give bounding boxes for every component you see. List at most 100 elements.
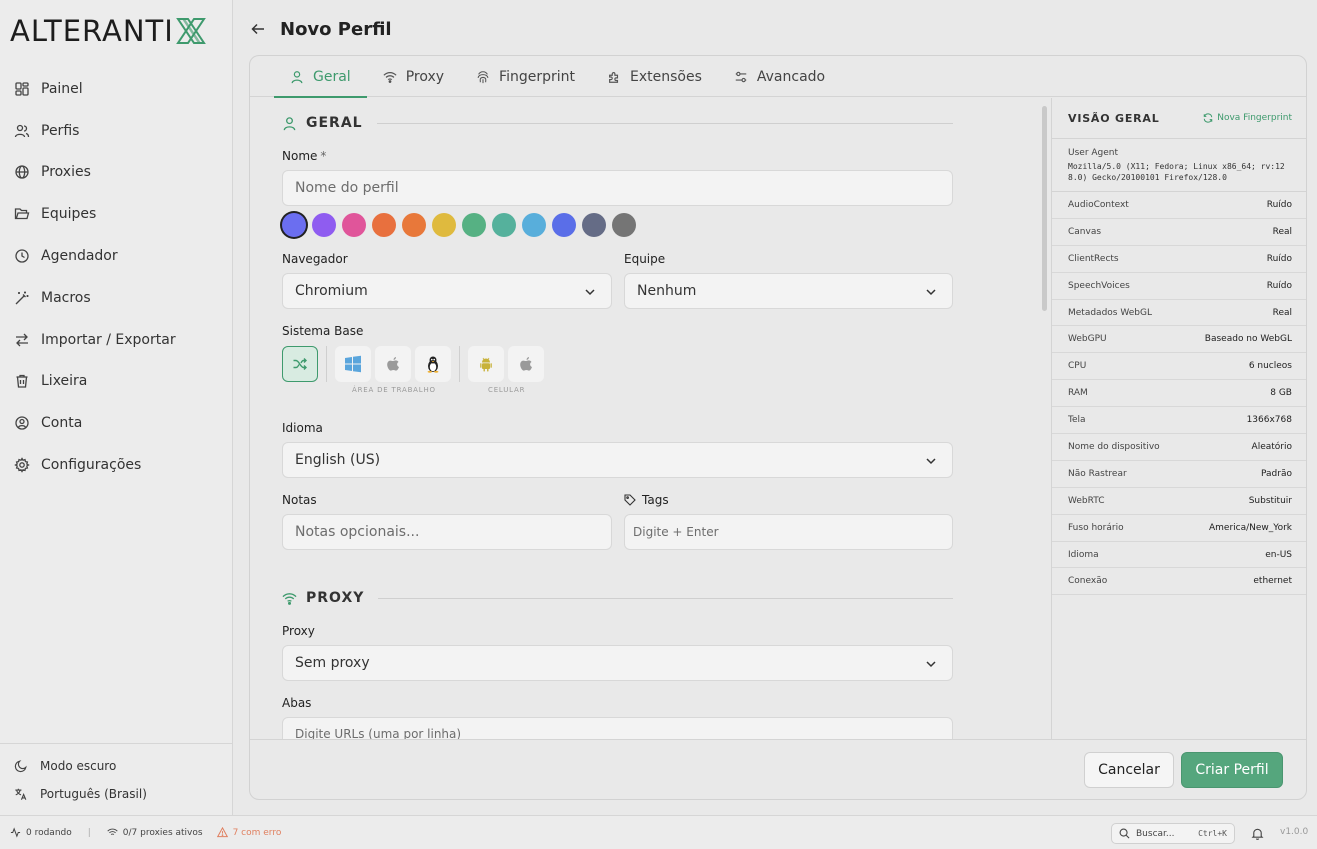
tab-geral[interactable]: Geral <box>274 56 367 98</box>
color-swatch[interactable] <box>432 213 456 237</box>
new-fingerprint-button[interactable]: Nova Fingerprint <box>1203 113 1292 123</box>
color-swatch[interactable] <box>582 213 606 237</box>
sidebar-item-proxies[interactable]: Proxies <box>0 152 232 194</box>
form-scrollbar[interactable] <box>1042 106 1047 311</box>
sidebar-item-painel[interactable]: Painel <box>0 68 232 110</box>
tag-icon <box>624 494 636 506</box>
os-macos-button[interactable] <box>375 346 411 382</box>
overview-row: WebGPU Baseado no WebGL <box>1052 326 1306 354</box>
team-select[interactable]: Nenhum <box>624 273 953 309</box>
color-swatch[interactable] <box>372 213 396 237</box>
sidebar-bottom: Modo escuro Português (Brasil) <box>0 743 232 808</box>
sidebar-item-perfis[interactable]: Perfis <box>0 110 232 152</box>
status-separator: | <box>87 827 91 838</box>
proxy-select[interactable]: Sem proxy <box>282 645 953 681</box>
notes-label: Notas <box>282 493 317 507</box>
language-select[interactable]: English (US) <box>282 442 953 478</box>
moon-icon <box>14 760 27 773</box>
language-selector[interactable]: Português (Brasil) <box>0 780 232 808</box>
os-windows-button[interactable] <box>335 346 371 382</box>
sidebar-item-agendador[interactable]: Agendador <box>0 235 232 277</box>
bell-icon[interactable] <box>1251 827 1264 840</box>
apple-icon <box>520 357 532 371</box>
color-swatch[interactable] <box>492 213 516 237</box>
user-agent-value: Mozilla/5.0 (X11; Fedora; Linux x86_64; … <box>1068 162 1285 182</box>
tags-input[interactable]: Digite + Enter <box>624 514 953 550</box>
profile-form-card: Geral Proxy Fingerprint Extensões Avanca… <box>249 55 1307 800</box>
os-random-button[interactable] <box>282 346 318 382</box>
overview-key: CPU <box>1068 361 1087 372</box>
chevron-down-icon <box>926 289 936 296</box>
tabs-textarea[interactable]: Digite URLs (uma por linha) <box>282 717 953 739</box>
sidebar-item-configuracoes[interactable]: Configurações <box>0 444 232 486</box>
linux-tux-icon <box>427 356 439 373</box>
color-swatch[interactable] <box>282 213 306 237</box>
name-input[interactable]: Nome do perfil <box>282 170 953 206</box>
os-linux-button[interactable] <box>415 346 451 382</box>
search-placeholder: Buscar... <box>1136 828 1175 839</box>
brand-logo[interactable]: ALTERANTI <box>10 14 206 48</box>
name-label: Nome * <box>282 149 326 163</box>
translate-icon <box>15 788 27 800</box>
section-divider <box>378 597 953 599</box>
tags-placeholder: Digite + Enter <box>633 525 719 539</box>
sidebar-nav: Painel Perfis Proxies Equipes Agendador … <box>0 68 232 486</box>
sidebar-item-importar-exportar[interactable]: Importar / Exportar <box>0 319 232 361</box>
color-swatch[interactable] <box>312 213 336 237</box>
dark-mode-toggle[interactable]: Modo escuro <box>0 752 232 780</box>
shuffle-icon <box>293 358 307 370</box>
color-swatch[interactable] <box>462 213 486 237</box>
search-shortcut: Ctrl+K <box>1198 829 1227 838</box>
overview-key: AudioContext <box>1068 199 1129 210</box>
chevron-down-icon <box>926 661 936 668</box>
mobile-caption: CELULAR <box>488 386 526 394</box>
sidebar-item-lixeira[interactable]: Lixeira <box>0 361 232 403</box>
proxy-label: Proxy <box>282 624 315 638</box>
section-proxy-header: PROXY <box>282 590 953 606</box>
tab-avancado[interactable]: Avancado <box>718 56 841 97</box>
overview-row: ClientRects Ruído <box>1052 246 1306 273</box>
tab-fingerprint[interactable]: Fingerprint <box>460 56 591 97</box>
sidebar-item-macros[interactable]: Macros <box>0 277 232 319</box>
base-os-options <box>282 346 548 382</box>
overview-key: Metadados WebGL <box>1068 307 1152 318</box>
tags-label: Tags <box>624 493 669 507</box>
cancel-button[interactable]: Cancelar <box>1084 752 1174 788</box>
sidebar-item-conta[interactable]: Conta <box>0 402 232 444</box>
windows-icon <box>345 355 361 373</box>
tab-extensoes[interactable]: Extensões <box>591 56 718 97</box>
back-button[interactable] <box>250 19 270 39</box>
os-divider <box>459 346 460 382</box>
logo-x-icon <box>175 18 206 44</box>
browser-select[interactable]: Chromium <box>282 273 612 309</box>
overview-key: Fuso horário <box>1068 522 1124 533</box>
chevron-down-icon <box>585 289 595 296</box>
tags-label-text: Tags <box>642 493 669 507</box>
color-swatch[interactable] <box>612 213 636 237</box>
error-status[interactable]: 7 com erro <box>216 827 281 838</box>
overview-row: Metadados WebGL Real <box>1052 300 1306 327</box>
create-profile-button[interactable]: Criar Perfil <box>1181 752 1283 788</box>
apple-icon <box>387 357 399 371</box>
section-title: PROXY <box>306 590 365 606</box>
form-area: GERAL Nome * Nome do perfil Navegador Chr… <box>250 98 1050 739</box>
tab-proxy[interactable]: Proxy <box>367 56 460 97</box>
notes-input[interactable]: Notas opcionais... <box>282 514 612 550</box>
user-circle-icon <box>15 416 29 430</box>
global-search[interactable]: Buscar... Ctrl+K <box>1111 823 1235 844</box>
overview-value: Aleatório <box>1251 441 1292 452</box>
os-ios-button[interactable] <box>508 346 544 382</box>
user-icon <box>291 70 303 83</box>
color-swatch[interactable] <box>342 213 366 237</box>
tabs-placeholder: Digite URLs (uma por linha) <box>295 727 462 739</box>
sidebar-item-equipes[interactable]: Equipes <box>0 193 232 235</box>
overview-row: RAM 8 GB <box>1052 380 1306 408</box>
color-swatch[interactable] <box>402 213 426 237</box>
tab-label: Fingerprint <box>499 68 575 85</box>
sidebar: ALTERANTI Painel Perfis Proxies Equipes … <box>0 0 233 815</box>
overview-value: Ruído <box>1266 253 1292 264</box>
color-swatch[interactable] <box>522 213 546 237</box>
os-android-button[interactable] <box>468 346 504 382</box>
sidebar-item-label: Perfis <box>41 122 80 139</box>
color-swatch[interactable] <box>552 213 576 237</box>
